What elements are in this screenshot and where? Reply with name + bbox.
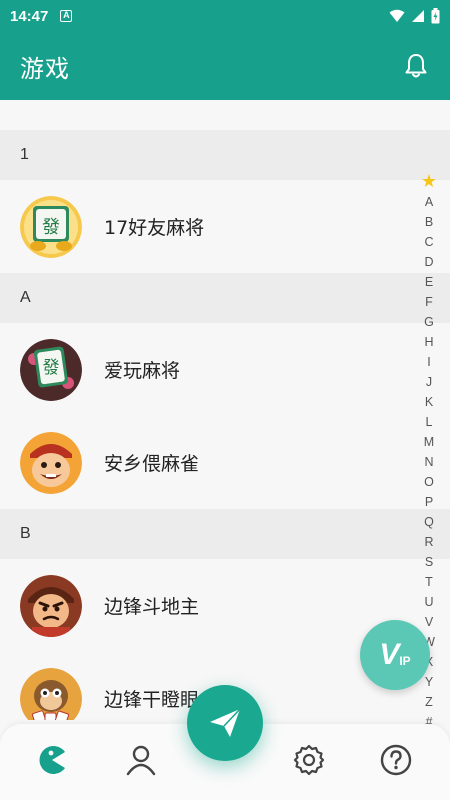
app-bar: 游戏 (0, 32, 450, 100)
notification-badge: A (60, 10, 73, 22)
wifi-icon (389, 9, 405, 22)
cartoon-landlord-face-icon (20, 574, 82, 637)
index-letter[interactable]: V (425, 612, 433, 632)
nav-help[interactable] (374, 738, 418, 782)
mahjong-fa-tile-icon: 發 (20, 195, 82, 258)
mahjong-fa-tile-icon: 發 (20, 338, 82, 401)
index-letter[interactable]: E (425, 272, 433, 292)
index-letter[interactable]: M (424, 432, 434, 452)
svg-text:發: 發 (43, 358, 60, 378)
index-letter[interactable]: K (425, 392, 433, 412)
notifications-button[interactable] (402, 52, 430, 80)
svg-text:發: 發 (42, 217, 60, 238)
nav-games[interactable] (30, 738, 74, 782)
list-top-spacer (0, 100, 450, 130)
cartoon-man-face-icon (20, 431, 82, 494)
list-item[interactable]: 發 爱玩麻将 (0, 323, 450, 416)
game-name: 爱玩麻将 (104, 360, 181, 382)
send-plane-icon (210, 708, 241, 737)
gear-icon (293, 744, 325, 776)
vip-v-label: V (379, 638, 400, 671)
index-letter[interactable]: R (424, 532, 433, 552)
index-letter[interactable]: F (425, 292, 433, 312)
section-header-1: 1 (0, 130, 450, 180)
list-item[interactable]: 安乡偎麻雀 (0, 416, 450, 509)
index-letter[interactable]: C (424, 232, 433, 252)
game-avatar (20, 574, 82, 637)
index-letter[interactable]: I (427, 352, 430, 372)
index-letter[interactable]: T (425, 572, 433, 592)
game-avatar: 發 (20, 338, 82, 401)
nav-profile[interactable] (119, 738, 163, 782)
status-bar: 14:47 A (0, 0, 450, 32)
index-letter[interactable]: H (424, 332, 433, 352)
index-letter[interactable]: U (424, 592, 433, 612)
index-letter[interactable]: B (425, 212, 433, 232)
game-name: 边锋斗地主 (104, 596, 200, 618)
nav-settings[interactable] (287, 738, 331, 782)
game-name: 17好友麻将 (104, 217, 205, 239)
game-avatar: 發 (20, 195, 82, 258)
vip-ip-label: IP (399, 654, 411, 668)
help-icon (380, 744, 412, 776)
index-letter[interactable]: S (425, 552, 433, 572)
pacman-game-icon (39, 746, 65, 774)
list-item[interactable]: 發 17好友麻将 (0, 180, 450, 273)
status-time: 14:47 (10, 7, 49, 25)
index-letter[interactable]: Y (425, 672, 433, 692)
battery-icon (431, 8, 440, 24)
page-title: 游戏 (20, 54, 70, 83)
game-avatar (20, 431, 82, 494)
section-header-a: A (0, 273, 450, 323)
favorites-star-icon[interactable]: ★ (421, 170, 437, 192)
index-letter[interactable]: Q (424, 512, 434, 532)
send-button[interactable] (187, 685, 263, 761)
index-letter[interactable]: Z (425, 692, 433, 712)
vip-button[interactable]: V IP (360, 620, 430, 690)
index-letter[interactable]: A (425, 192, 433, 212)
user-icon (126, 745, 156, 776)
game-name: 边锋干瞪眼 (104, 689, 200, 711)
signal-icon (412, 10, 424, 22)
index-letter[interactable]: G (424, 312, 434, 332)
index-letter[interactable]: P (425, 492, 433, 512)
index-letter[interactable]: L (426, 412, 433, 432)
bell-icon (405, 54, 427, 78)
index-letter[interactable]: J (426, 372, 432, 392)
index-letter[interactable]: N (424, 452, 433, 472)
game-name: 安乡偎麻雀 (104, 453, 200, 475)
index-letter[interactable]: D (424, 252, 433, 272)
status-icons (389, 8, 440, 24)
index-letter[interactable]: O (424, 472, 434, 492)
section-header-b: B (0, 509, 450, 559)
cartoon-monkey-cards-icon (20, 667, 82, 720)
game-avatar (20, 667, 82, 720)
